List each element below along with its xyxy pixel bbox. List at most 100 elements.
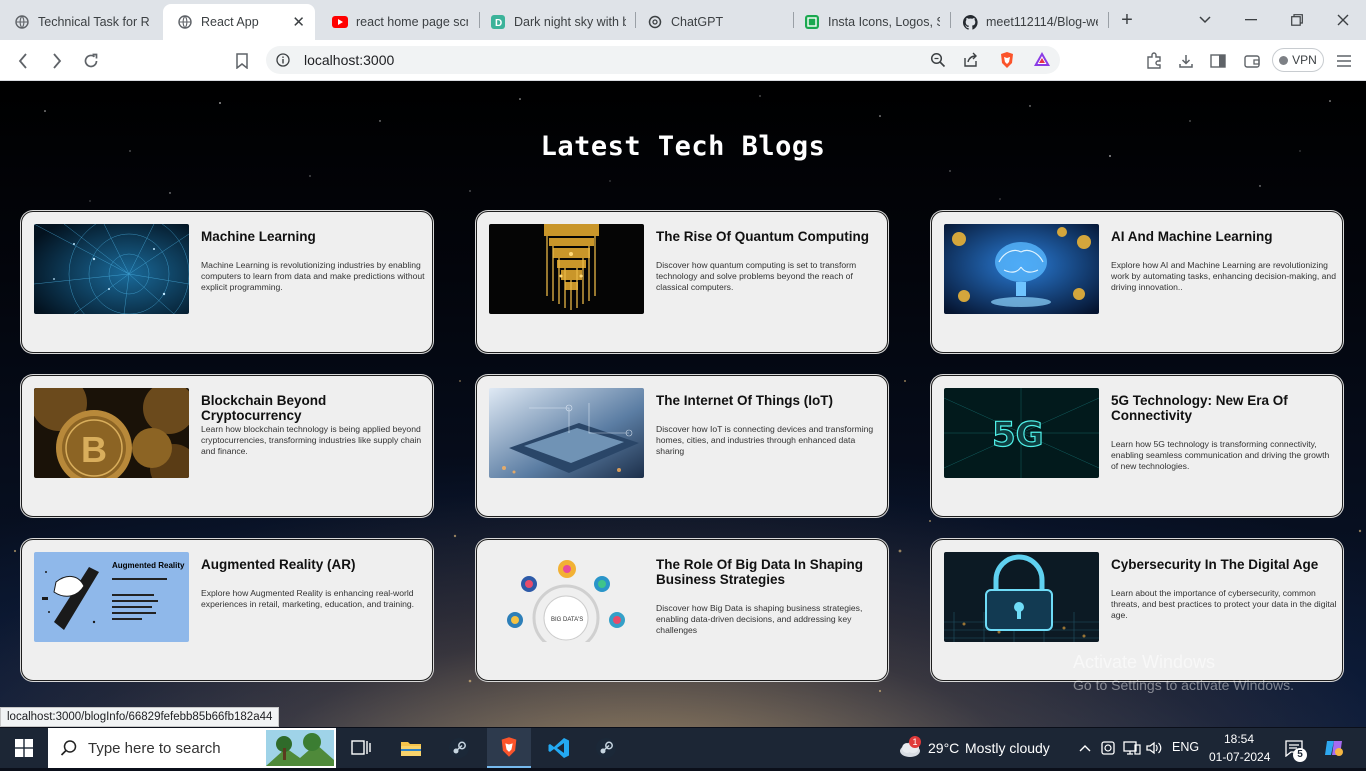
brave-shields-icon[interactable]	[999, 51, 1015, 74]
weather-temperature[interactable]: 29°C	[928, 740, 959, 756]
search-placeholder: Type here to search	[88, 739, 221, 757]
minimize-window-icon[interactable]	[1239, 8, 1263, 32]
restore-window-icon[interactable]	[1285, 8, 1309, 32]
language-indicator[interactable]: ENG	[1172, 740, 1199, 754]
back-button[interactable]	[10, 48, 36, 74]
page-title: Latest Tech Blogs	[540, 131, 826, 162]
brave-browser-taskbar-icon[interactable]	[487, 728, 531, 768]
notification-count-badge: 5	[1293, 748, 1307, 762]
zoom-icon[interactable]	[930, 52, 946, 73]
blog-title: 5G Technology: New Era Of Connectivity	[1111, 393, 1288, 423]
bookmark-icon[interactable]	[229, 48, 255, 74]
youtube-icon	[332, 14, 348, 30]
weather-description[interactable]: Mostly cloudy	[965, 740, 1050, 756]
windows-taskbar: Type here to search 1 29°C Mostly cloudy…	[0, 728, 1366, 768]
tab-title: ChatGPT	[671, 15, 724, 29]
tab-chatgpt[interactable]: ChatGPT	[633, 4, 793, 40]
blog-description: Discover how IoT is connecting devices a…	[656, 424, 874, 456]
windows-start-icon[interactable]	[10, 734, 38, 762]
tab-react-app[interactable]: React App ✕	[163, 4, 315, 40]
volume-icon[interactable]	[1140, 734, 1168, 762]
vpn-button[interactable]: VPN	[1272, 48, 1324, 72]
reload-button[interactable]	[78, 48, 104, 74]
blog-card-5g-technology[interactable]: 5G 5G Technology: New Era Of Connectivit…	[931, 375, 1343, 517]
page-content: Latest Tech Blogs Machine Learning Machi…	[0, 81, 1366, 727]
menu-icon[interactable]	[1331, 48, 1357, 74]
blog-title: AI And Machine Learning	[1111, 229, 1273, 244]
sidebar-icon[interactable]	[1205, 48, 1231, 74]
globe-icon	[14, 14, 30, 30]
copilot-icon[interactable]	[1320, 734, 1348, 762]
vpn-label: VPN	[1292, 53, 1317, 67]
tab-title: Insta Icons, Logos, Sy	[828, 15, 940, 29]
tab-title: react home page scrc	[356, 15, 468, 29]
brave-rewards-icon[interactable]	[1033, 51, 1051, 72]
blog-title: Machine Learning	[201, 229, 316, 244]
blog-card-blockchain[interactable]: B Blockchain Beyond Cryptocurrency Learn…	[21, 375, 433, 517]
close-tab-icon[interactable]: ✕	[292, 13, 305, 31]
steam-secondary-icon[interactable]	[592, 734, 620, 762]
blog-thumbnail: B	[34, 388, 189, 478]
new-tab-button[interactable]: +	[1115, 8, 1139, 32]
forward-button[interactable]	[44, 48, 70, 74]
blog-description: Discover how quantum computing is set to…	[656, 260, 857, 292]
file-explorer-icon[interactable]	[397, 734, 425, 762]
blog-thumbnail	[489, 224, 644, 314]
tab-dark-night-sky[interactable]: D Dark night sky with b	[476, 4, 636, 40]
site-info-icon[interactable]	[276, 53, 290, 72]
search-highlight-landscape-icon	[266, 730, 334, 771]
blog-thumbnail	[489, 388, 644, 478]
activate-windows-heading: Activate Windows	[1073, 652, 1216, 672]
tab-insta-icons[interactable]: Insta Icons, Logos, Sy	[790, 4, 950, 40]
tab-search-chevron-icon[interactable]	[1193, 8, 1217, 32]
blog-title: Cybersecurity In The Digital Age	[1111, 557, 1319, 572]
taskbar-search-box[interactable]: Type here to search	[48, 728, 336, 768]
blog-card-machine-learning[interactable]: Machine Learning Machine Learning is rev…	[21, 211, 433, 353]
blog-card-quantum-computing[interactable]: The Rise Of Quantum Computing Discover h…	[476, 211, 888, 353]
globe-icon	[177, 14, 193, 30]
address-url: localhost:3000	[304, 52, 395, 68]
svg-text:B: B	[81, 429, 107, 470]
blog-card-internet-of-things[interactable]: The Internet Of Things (IoT) Discover ho…	[476, 375, 888, 517]
big-data-center-text: BIG DATA'S	[551, 617, 583, 623]
tab-youtube[interactable]: react home page scrc	[318, 4, 478, 40]
share-icon[interactable]	[963, 52, 979, 73]
clock-date[interactable]: 01-07-2024	[1209, 750, 1270, 764]
5g-text: 5G	[992, 415, 1044, 455]
blog-thumbnail	[944, 224, 1099, 314]
tab-technical-task[interactable]: Technical Task for Rea	[0, 4, 160, 40]
blog-description: Machine Learning is revolutionizing indu…	[201, 260, 425, 292]
extensions-icon[interactable]	[1141, 48, 1167, 74]
address-bar[interactable]: localhost:3000	[266, 46, 1060, 74]
wallet-icon[interactable]	[1239, 48, 1265, 74]
link-status-bar: localhost:3000/blogInfo/66829fefebb85b66…	[0, 707, 280, 727]
weather-alert-badge: 1	[909, 736, 921, 748]
blog-thumbnail: Augmented Reality	[34, 552, 189, 642]
blog-description: Explore how Augmented Reality is enhanci…	[201, 588, 415, 609]
vscode-icon[interactable]	[545, 734, 573, 762]
blog-thumbnail	[944, 552, 1099, 642]
vpn-status-dot	[1279, 55, 1289, 65]
tab-github[interactable]: meet112114/Blog-we	[948, 4, 1108, 40]
steam-icon[interactable]	[445, 734, 473, 762]
blog-thumbnail: 5G	[944, 388, 1099, 478]
blog-description: Learn about the importance of cybersecur…	[1111, 588, 1337, 620]
green-grid-icon	[804, 14, 820, 30]
blog-card-augmented-reality[interactable]: Augmented Reality Augmented Reality (AR)…	[21, 539, 433, 681]
blog-description: Explore how AI and Machine Learning are …	[1111, 260, 1336, 292]
tab-title: Technical Task for Rea	[38, 15, 150, 29]
tab-title: Dark night sky with b	[514, 15, 626, 29]
svg-text:D: D	[495, 18, 502, 29]
activate-windows-subtext: Go to Settings to activate Windows.	[1073, 677, 1294, 693]
blog-title: The Internet Of Things (IoT)	[656, 393, 833, 408]
clock-time[interactable]: 18:54	[1224, 732, 1254, 746]
blog-card-ai-machine-learning[interactable]: AI And Machine Learning Explore how AI a…	[931, 211, 1343, 353]
close-window-icon[interactable]	[1331, 8, 1355, 32]
ar-thumbnail-heading: Augmented Reality	[112, 561, 185, 570]
tab-title: meet112114/Blog-we	[986, 15, 1098, 29]
task-view-icon[interactable]	[347, 734, 375, 762]
downloads-icon[interactable]	[1173, 48, 1199, 74]
blog-description: Discover how Big Data is shaping busines…	[656, 603, 863, 635]
blog-card-big-data[interactable]: BIG DATA'S The Role Of Big Data In Shapi…	[476, 539, 888, 681]
browser-toolbar: localhost:3000 VPN	[0, 40, 1366, 81]
